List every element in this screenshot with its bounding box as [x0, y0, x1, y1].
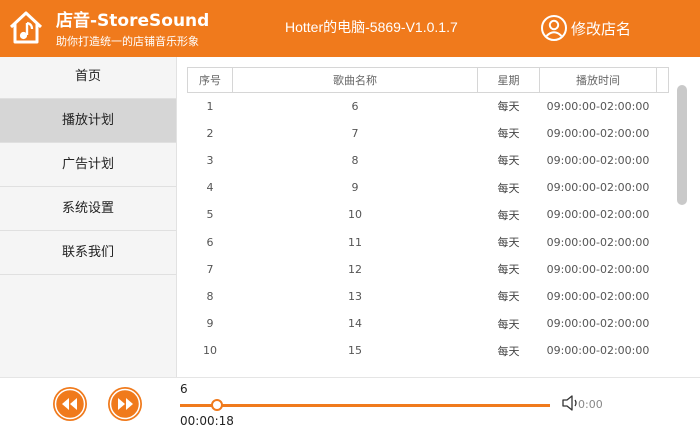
column-header-index: 序号 [187, 67, 233, 93]
row-weekday: 每天 [497, 344, 520, 358]
fast-forward-icon [109, 388, 141, 420]
row-filler [657, 337, 669, 364]
row-play-time: 09:00:00-02:00:00 [546, 289, 650, 303]
window-title: Hotter的电脑-5869-V1.0.1.7 [285, 19, 458, 35]
row-weekday: 每天 [497, 290, 520, 304]
table-scrollbar[interactable] [677, 85, 687, 375]
row-weekday: 每天 [497, 127, 520, 141]
row-weekday: 每天 [497, 154, 520, 168]
rename-store-label: 修改店名 [571, 19, 632, 38]
row-weekday: 每天 [497, 208, 520, 222]
row-play-time: 09:00:00-02:00:00 [546, 153, 650, 167]
row-index: 3 [206, 153, 214, 167]
row-index: 10 [203, 344, 217, 358]
row-index: 5 [206, 208, 214, 222]
row-index: 2 [206, 126, 214, 140]
column-header-song: 歌曲名称 [232, 67, 478, 93]
app-window: 店音-StoreSound 助你打造统一的店铺音乐形象 Hotter的电脑-58… [0, 0, 700, 429]
row-song-name: 11 [348, 235, 362, 249]
row-filler [657, 228, 669, 255]
table-row[interactable]: 2 7 每天 09:00:00-02:00:00 [188, 120, 669, 147]
row-song-name: 7 [351, 126, 359, 140]
row-filler [657, 120, 669, 147]
row-song-name: 14 [348, 317, 362, 331]
row-filler [657, 201, 669, 228]
row-weekday: 每天 [497, 263, 520, 277]
table-row[interactable]: 9 14 每天 09:00:00-02:00:00 [188, 310, 669, 337]
row-play-time: 09:00:00-02:00:00 [546, 344, 650, 358]
table-row[interactable]: 6 11 每天 09:00:00-02:00:00 [188, 228, 669, 255]
row-filler [657, 283, 669, 310]
row-play-time: 09:00:00-02:00:00 [546, 126, 650, 140]
house-music-note-icon [9, 11, 43, 44]
row-filler [657, 174, 669, 201]
table-row[interactable]: 5 10 每天 09:00:00-02:00:00 [188, 201, 669, 228]
rewind-icon [54, 388, 86, 420]
table-row[interactable]: 4 9 每天 09:00:00-02:00:00 [188, 174, 669, 201]
brand-subtitle: 助你打造统一的店铺音乐形象 [56, 35, 199, 48]
row-index: 6 [206, 235, 214, 249]
next-track-button[interactable] [108, 387, 142, 421]
row-index: 1 [206, 99, 214, 113]
sidebar-nav: 首页 播放计划 广告计划 系统设置 联系我们 [0, 57, 177, 377]
row-weekday: 每天 [497, 317, 520, 331]
current-time: 00:00:18 [180, 414, 234, 428]
row-index: 8 [206, 289, 214, 303]
sidebar-item-contact[interactable]: 联系我们 [0, 231, 176, 275]
row-weekday: 每天 [497, 181, 520, 195]
row-index: 7 [206, 262, 214, 276]
row-index: 4 [206, 181, 214, 195]
row-filler [657, 147, 669, 174]
table-row[interactable]: 1 6 每天 09:00:00-02:00:00 [188, 93, 669, 120]
sidebar-item-home[interactable]: 首页 [0, 57, 176, 99]
row-play-time: 09:00:00-02:00:00 [546, 208, 650, 222]
playback-progress-slider[interactable] [180, 399, 550, 411]
row-play-time: 09:00:00-02:00:00 [546, 317, 650, 331]
schedule-panel: 序号 歌曲名称 星期 播放时间 1 6 每天 09:00:00-02:00:00 2 7 每… [178, 57, 700, 377]
table-row[interactable]: 10 15 每天 09:00:00-02:00:00 [188, 337, 669, 364]
rename-store-button[interactable]: 修改店名 [540, 13, 631, 43]
row-play-time: 09:00:00-02:00:00 [546, 235, 650, 249]
column-header-play-time: 播放时间 [539, 67, 657, 93]
brand-title: 店音-StoreSound [56, 11, 210, 31]
table-row[interactable]: 8 13 每天 09:00:00-02:00:00 [188, 283, 669, 310]
row-play-time: 09:00:00-02:00:00 [546, 99, 650, 113]
sidebar-item-play-plan[interactable]: 播放计划 [0, 99, 176, 143]
column-header-weekday: 星期 [477, 67, 540, 93]
row-song-name: 9 [351, 181, 359, 195]
progress-knob[interactable] [211, 399, 223, 411]
player-bar: 6 00:00:18 0:00 [0, 377, 700, 429]
partial-time-text: 0:00 [578, 398, 603, 411]
now-playing-track: 6 [180, 382, 188, 396]
previous-track-button[interactable] [53, 387, 87, 421]
row-weekday: 每天 [497, 236, 520, 250]
row-song-name: 15 [348, 344, 362, 358]
row-song-name: 10 [348, 208, 362, 222]
row-play-time: 09:00:00-02:00:00 [546, 181, 650, 195]
row-song-name: 8 [351, 153, 359, 167]
user-circle-icon [541, 15, 567, 41]
table-row[interactable]: 7 12 每天 09:00:00-02:00:00 [188, 256, 669, 283]
sidebar-item-settings[interactable]: 系统设置 [0, 187, 176, 231]
row-play-time: 09:00:00-02:00:00 [546, 262, 650, 276]
row-song-name: 13 [348, 289, 362, 303]
scrollbar-thumb[interactable] [677, 85, 687, 205]
row-filler [657, 93, 669, 120]
header-bar: 店音-StoreSound 助你打造统一的店铺音乐形象 Hotter的电脑-58… [0, 0, 700, 57]
row-filler [657, 310, 669, 337]
row-weekday: 每天 [497, 100, 520, 114]
schedule-table: 序号 歌曲名称 星期 播放时间 1 6 每天 09:00:00-02:00:00 2 7 每… [187, 67, 669, 364]
table-row[interactable]: 3 8 每天 09:00:00-02:00:00 [188, 147, 669, 174]
sidebar-item-ad-plan[interactable]: 广告计划 [0, 143, 176, 187]
column-header-filler [656, 67, 669, 93]
row-filler [657, 256, 669, 283]
row-song-name: 12 [348, 262, 362, 276]
row-song-name: 6 [351, 99, 359, 113]
row-index: 9 [206, 317, 214, 331]
table-header-row: 序号 歌曲名称 星期 播放时间 [187, 67, 669, 93]
